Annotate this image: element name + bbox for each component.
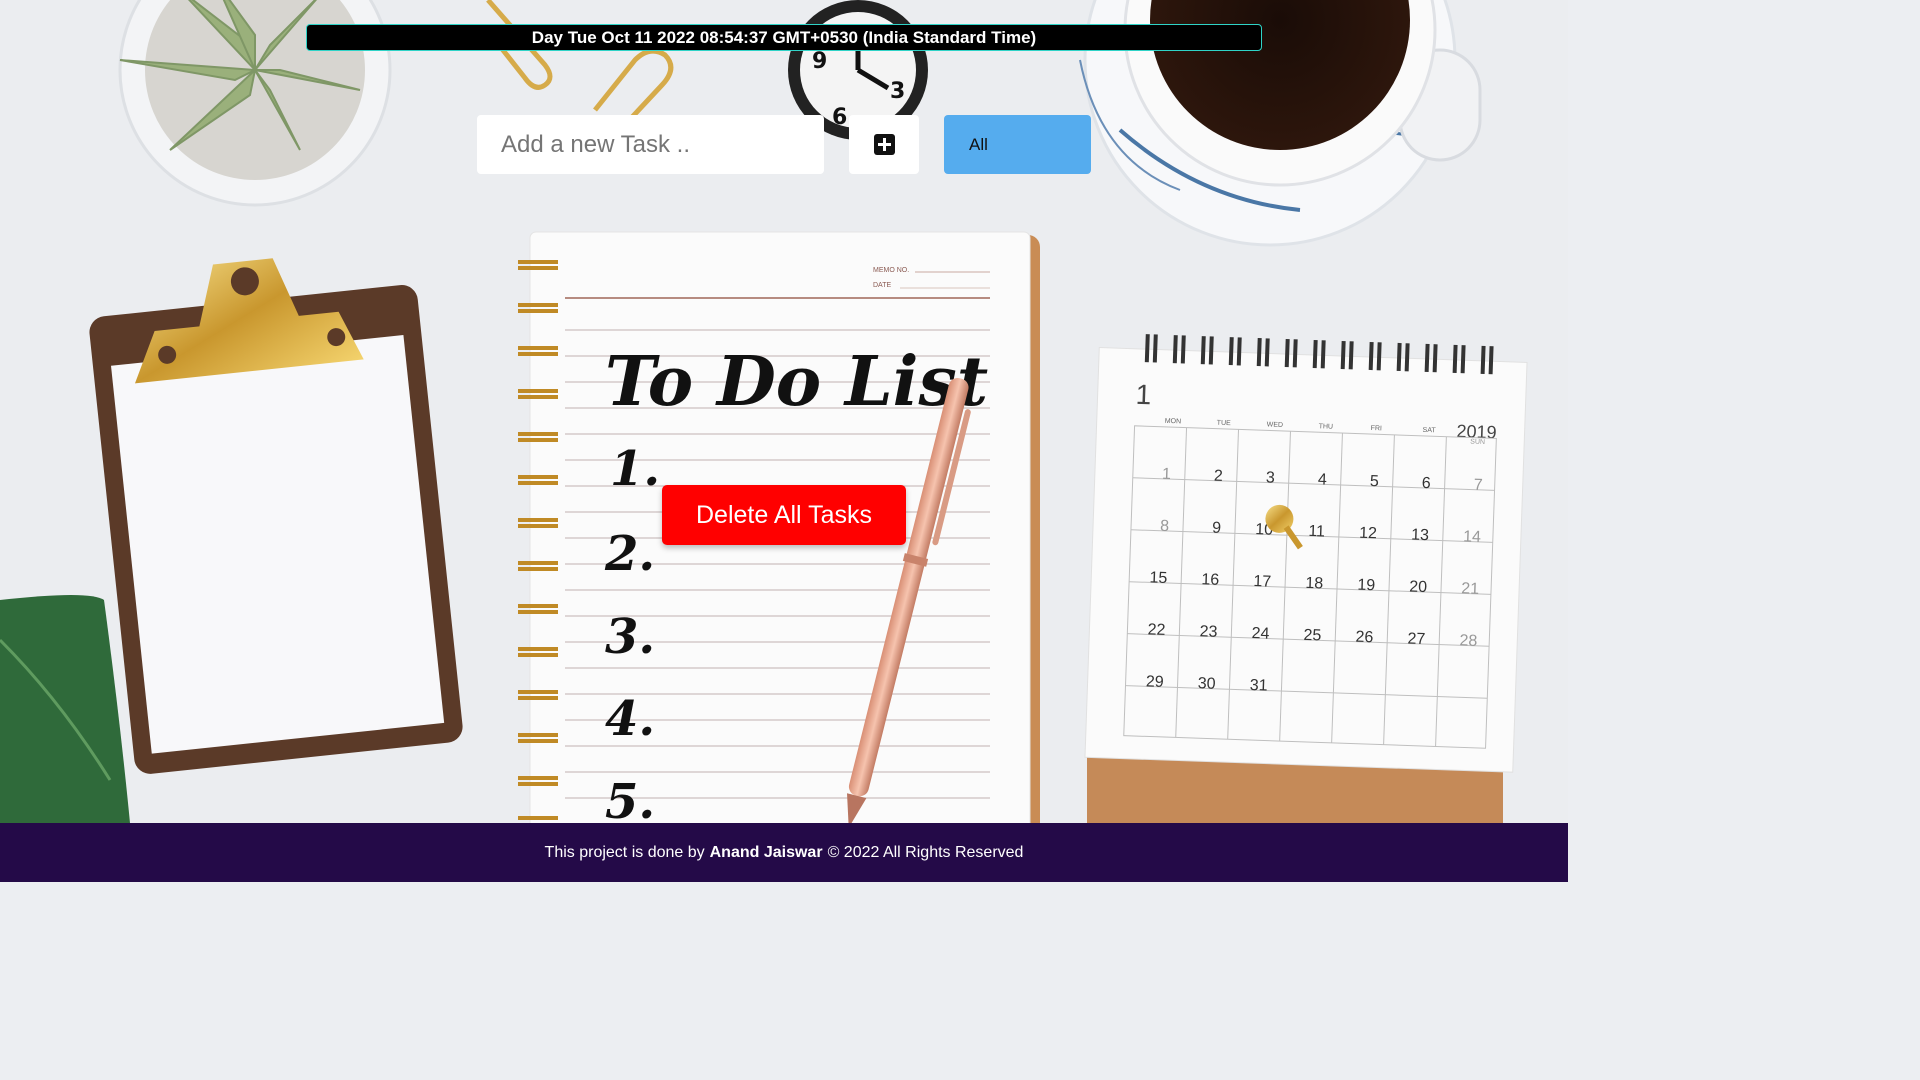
calendar-day: 7	[1474, 477, 1484, 494]
calendar-day: 22	[1147, 621, 1165, 639]
list-number: 2.	[604, 526, 655, 582]
calendar-day: 15	[1149, 569, 1167, 587]
calendar-weekday: SUN	[1470, 439, 1485, 447]
memo-label: MEMO NO.	[873, 267, 909, 274]
calendar-weekday: MON	[1165, 418, 1182, 426]
calendar-day: 12	[1359, 525, 1377, 543]
calendar-day: 17	[1253, 573, 1271, 591]
footer: This project is done by Anand Jaiswar © …	[0, 823, 1568, 882]
calendar-day: 8	[1160, 518, 1170, 535]
calendar-day: 21	[1461, 580, 1479, 598]
footer-prefix: This project is done by	[544, 843, 705, 861]
calendar-day: 27	[1407, 630, 1425, 648]
calendar-weekday: SAT	[1422, 427, 1436, 434]
calendar-day: 2	[1214, 468, 1224, 485]
calendar-month-number: 1	[1135, 379, 1152, 411]
svg-text:9: 9	[812, 49, 827, 74]
calendar-day: 5	[1370, 473, 1380, 490]
calendar-weekday: THU	[1319, 423, 1334, 430]
calendar-day: 23	[1199, 623, 1217, 641]
calendar-day: 26	[1355, 629, 1373, 647]
calendar-day: 16	[1201, 571, 1219, 589]
new-task-input[interactable]	[477, 115, 824, 174]
calendar-day: 24	[1251, 625, 1269, 643]
notebook-title: To Do List	[605, 342, 988, 422]
calendar-weekday: WED	[1267, 421, 1284, 429]
calendar-day: 11	[1308, 523, 1325, 541]
calendar-day: 30	[1198, 675, 1216, 693]
plus-square-icon	[873, 134, 895, 155]
date-label: DATE	[873, 282, 891, 289]
list-number: 1.	[610, 441, 660, 497]
calendar-day: 1	[1162, 466, 1172, 483]
add-task-button[interactable]	[849, 115, 919, 174]
calendar-day: 25	[1303, 627, 1321, 645]
filter-selected-value: All	[969, 135, 988, 154]
svg-text:6: 6	[832, 105, 847, 130]
calendar-day: 4	[1318, 471, 1328, 488]
list-number: 4.	[605, 691, 655, 747]
calendar-day: 18	[1305, 575, 1323, 593]
calendar-day: 31	[1249, 677, 1267, 695]
list-number: 5.	[605, 774, 655, 830]
desk-calendar: 1 2019 MON TUE WED THU FRI SAT SUN 12345…	[1084, 334, 1528, 840]
calendar-day: 29	[1146, 673, 1164, 691]
task-filter-select[interactable]: All	[944, 115, 1091, 174]
calendar-weekday: FRI	[1371, 425, 1383, 432]
calendar-day: 13	[1411, 527, 1429, 545]
calendar-day: 3	[1266, 469, 1276, 486]
calendar-day: 9	[1212, 520, 1222, 537]
delete-all-tasks-button[interactable]: Delete All Tasks	[662, 485, 906, 545]
footer-author: Anand Jaiswar	[709, 843, 823, 861]
footer-copyright: © 2022 All Rights Reserved	[827, 843, 1024, 861]
calendar-day: 28	[1459, 632, 1477, 650]
calendar-day: 19	[1357, 577, 1375, 595]
date-time-text: Day Tue Oct 11 2022 08:54:37 GMT+0530 (I…	[531, 28, 1037, 47]
date-time-display: Day Tue Oct 11 2022 08:54:37 GMT+0530 (I…	[306, 24, 1262, 51]
calendar-weekday: TUE	[1217, 420, 1232, 427]
svg-text:3: 3	[890, 79, 905, 104]
list-number: 3.	[605, 609, 655, 665]
calendar-day: 14	[1463, 528, 1481, 546]
calendar-day: 6	[1422, 475, 1432, 492]
calendar-day: 20	[1409, 578, 1427, 596]
clipboard	[89, 258, 463, 774]
